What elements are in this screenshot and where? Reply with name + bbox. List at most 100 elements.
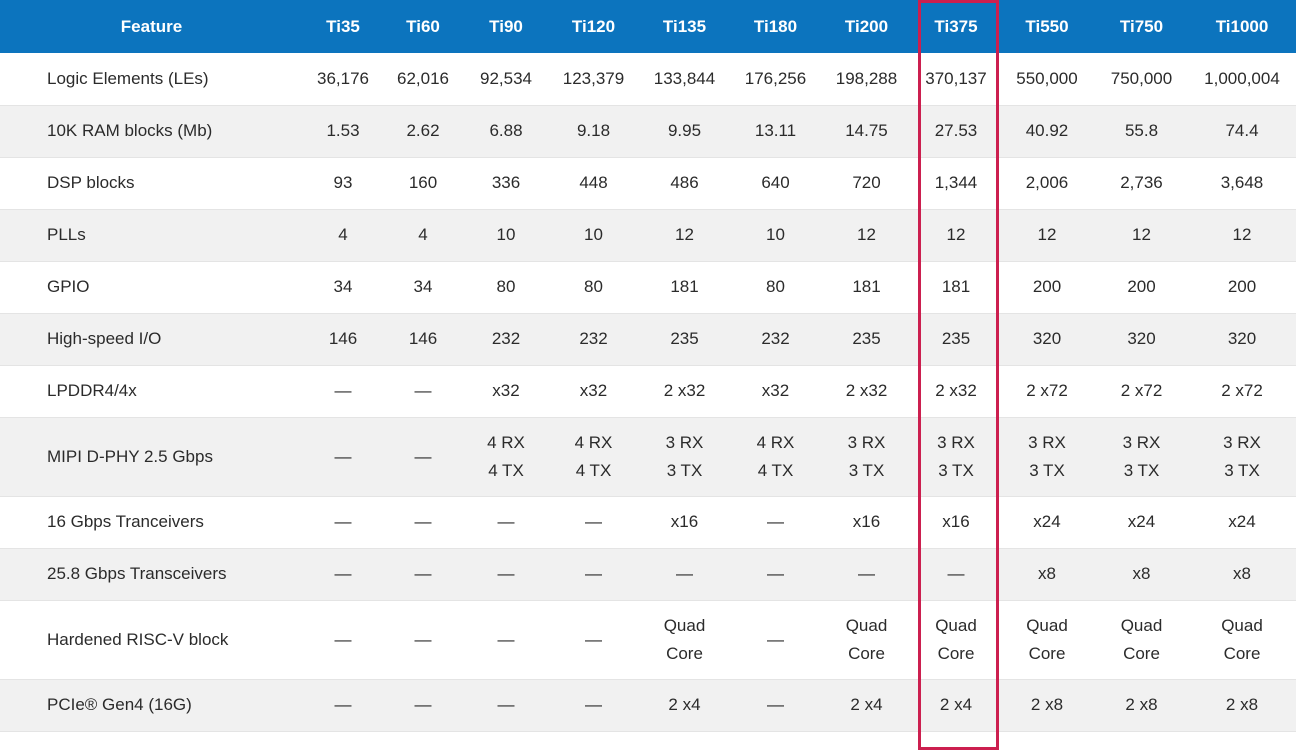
table-cell: — — [731, 496, 820, 549]
cell-value: 14.75 — [845, 121, 888, 140]
cell-value: — — [585, 629, 602, 649]
table-cell: 12 — [1095, 209, 1188, 262]
cell-value: 146 — [408, 329, 438, 348]
cell-value: — — [414, 446, 432, 466]
cell-value: 4 RX 4 TX — [574, 432, 613, 480]
cell-value: 146 — [328, 329, 358, 348]
cell-value: 176,256 — [744, 68, 807, 88]
cell-value: Quad Core — [663, 615, 706, 663]
table-cell: 93 — [303, 157, 383, 210]
table-cell: 13.11 — [731, 105, 820, 158]
cell-value: — — [497, 695, 515, 714]
cell-value: 2 x8 — [1125, 695, 1158, 714]
cell-value: — — [334, 629, 352, 649]
cell-value: 4 — [338, 225, 348, 244]
cell-value: — — [497, 629, 515, 649]
cell-value: x24 — [1228, 512, 1256, 531]
cell-value: 10 — [496, 225, 516, 244]
table-cell: — — [638, 548, 731, 601]
table-cell: 4 — [383, 209, 463, 262]
table-cell: x8 — [999, 548, 1095, 601]
table-cell: — — [383, 417, 463, 497]
cell-value: 370,137 — [925, 68, 987, 88]
column-header-ti180: Ti180 — [731, 0, 820, 53]
table-cell: x8 — [1095, 548, 1188, 601]
cell-value: 232 — [761, 329, 790, 348]
table-cell: 3 RX 3 TX — [1188, 417, 1296, 497]
feature-label: Logic Elements (LEs) — [0, 53, 303, 106]
table-cell: 320 — [1095, 313, 1188, 366]
cell-value: 2 x8 — [1030, 695, 1064, 714]
table-cell: 4 RX 4 TX — [463, 417, 549, 497]
cell-value: 55.8 — [1124, 121, 1159, 140]
table-cell: 2 x72 — [1188, 365, 1296, 418]
table-cell: 80 — [549, 261, 638, 314]
table-cell: 2 x4 — [638, 679, 731, 732]
cell-value: — — [767, 564, 784, 583]
table-cell: — — [303, 600, 383, 680]
cell-value: 62,016 — [397, 68, 449, 88]
table-cell: 181 — [638, 261, 731, 314]
cell-value: 2 x4 — [939, 695, 973, 714]
cell-value: 235 — [941, 329, 971, 348]
table-cell: 2 x4 — [820, 679, 913, 732]
table-header: Feature Ti35 Ti60 Ti90 Ti120 Ti135 Ti180 Ti200 T… — [0, 0, 1296, 53]
cell-value: — — [334, 695, 352, 714]
cell-value: 200 — [1127, 277, 1156, 296]
cell-value: 10 — [766, 225, 785, 244]
table-cell: 235 — [638, 313, 731, 366]
cell-value: — — [497, 512, 515, 531]
table-cell: 200 — [999, 261, 1095, 314]
feature-label: MIPI D-PHY 2.5 Gbps — [0, 417, 303, 497]
cell-value: 235 — [670, 329, 699, 348]
cell-value: — — [767, 695, 784, 714]
cell-value: Quad Core — [845, 615, 888, 663]
cell-value: 2 x8 — [1225, 695, 1259, 714]
column-header-ti60: Ti60 — [383, 0, 463, 53]
cell-value: x24 — [1033, 512, 1061, 531]
table-cell: x8 — [1188, 548, 1296, 601]
cell-value: 1,344 — [934, 173, 978, 192]
cell-value: x32 — [492, 381, 520, 400]
table-cell: — — [383, 600, 463, 680]
cell-value: 181 — [852, 277, 881, 296]
cell-value: 3 RX 3 TX — [1122, 432, 1161, 480]
table-cell: — — [303, 417, 383, 497]
table-cell: x16 — [913, 496, 999, 549]
cell-value: 2 x72 — [1120, 381, 1163, 400]
table-cell: 2 x32 — [820, 365, 913, 418]
table-row: Logic Elements (LEs) 36,176 62,016 92,534 12… — [0, 53, 1296, 106]
table-cell: 2 x72 — [999, 365, 1095, 418]
table-cell: 640 — [731, 157, 820, 210]
table-cell: 550,000 — [999, 53, 1095, 106]
table-cell: 3,648 — [1188, 157, 1296, 210]
feature-label: High-speed I/O — [0, 313, 303, 366]
cell-value: — — [334, 512, 352, 531]
table-cell: 181 — [913, 261, 999, 314]
table-cell: 176,256 — [731, 53, 820, 106]
cell-value: — — [585, 695, 602, 714]
column-header-ti1000: Ti1000 — [1188, 0, 1296, 53]
cell-value: — — [497, 564, 515, 583]
column-header-ti35: Ti35 — [303, 0, 383, 53]
table-cell: 4 — [303, 209, 383, 262]
table-cell: 336 — [463, 157, 549, 210]
cell-value: 12 — [857, 225, 876, 244]
table-cell: Quad Core — [1188, 600, 1296, 680]
table-cell: x24 — [1095, 496, 1188, 549]
feature-label: 16 Gbps Tranceivers — [0, 496, 303, 549]
cell-value: Quad Core — [1120, 615, 1163, 663]
feature-label: Hardened RISC-V block — [0, 600, 303, 680]
cell-value: x32 — [579, 381, 608, 400]
table-cell: — — [549, 600, 638, 680]
cell-value: 12 — [946, 225, 966, 244]
table-cell: 198,288 — [820, 53, 913, 106]
cell-value: 4 RX 4 TX — [487, 432, 525, 480]
table-cell: — — [303, 548, 383, 601]
column-header-ti90: Ti90 — [463, 0, 549, 53]
table-cell: 80 — [463, 261, 549, 314]
table-cell: 2,736 — [1095, 157, 1188, 210]
cell-value: — — [414, 512, 432, 531]
column-header-ti200: Ti200 — [820, 0, 913, 53]
table-cell: 2 x8 — [999, 679, 1095, 732]
